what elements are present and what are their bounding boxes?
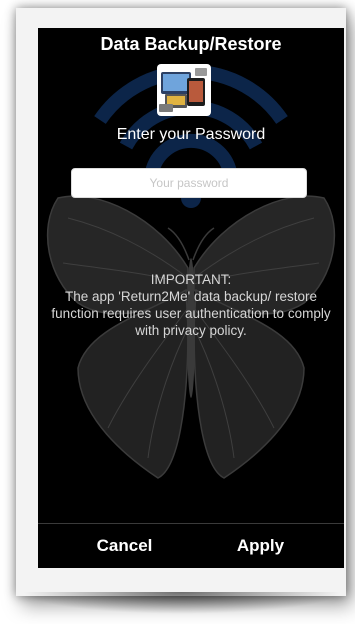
backup-restore-dialog: Data Backup/Restore Enter your Password … [38, 28, 344, 568]
apply-button[interactable]: Apply [184, 524, 337, 568]
notice-heading: IMPORTANT: [150, 272, 232, 287]
password-prompt: Enter your Password [116, 126, 266, 143]
dialog-title: Data Backup/Restore [100, 34, 282, 54]
devices-collage-icon [157, 64, 211, 116]
notice-body: The app 'Return2Me' data backup/ restore… [51, 289, 331, 338]
frame-shadow [22, 592, 342, 614]
cancel-button[interactable]: Cancel [48, 524, 201, 568]
password-field[interactable] [71, 168, 307, 198]
privacy-notice: IMPORTANT: The app 'Return2Me' data back… [48, 271, 334, 339]
